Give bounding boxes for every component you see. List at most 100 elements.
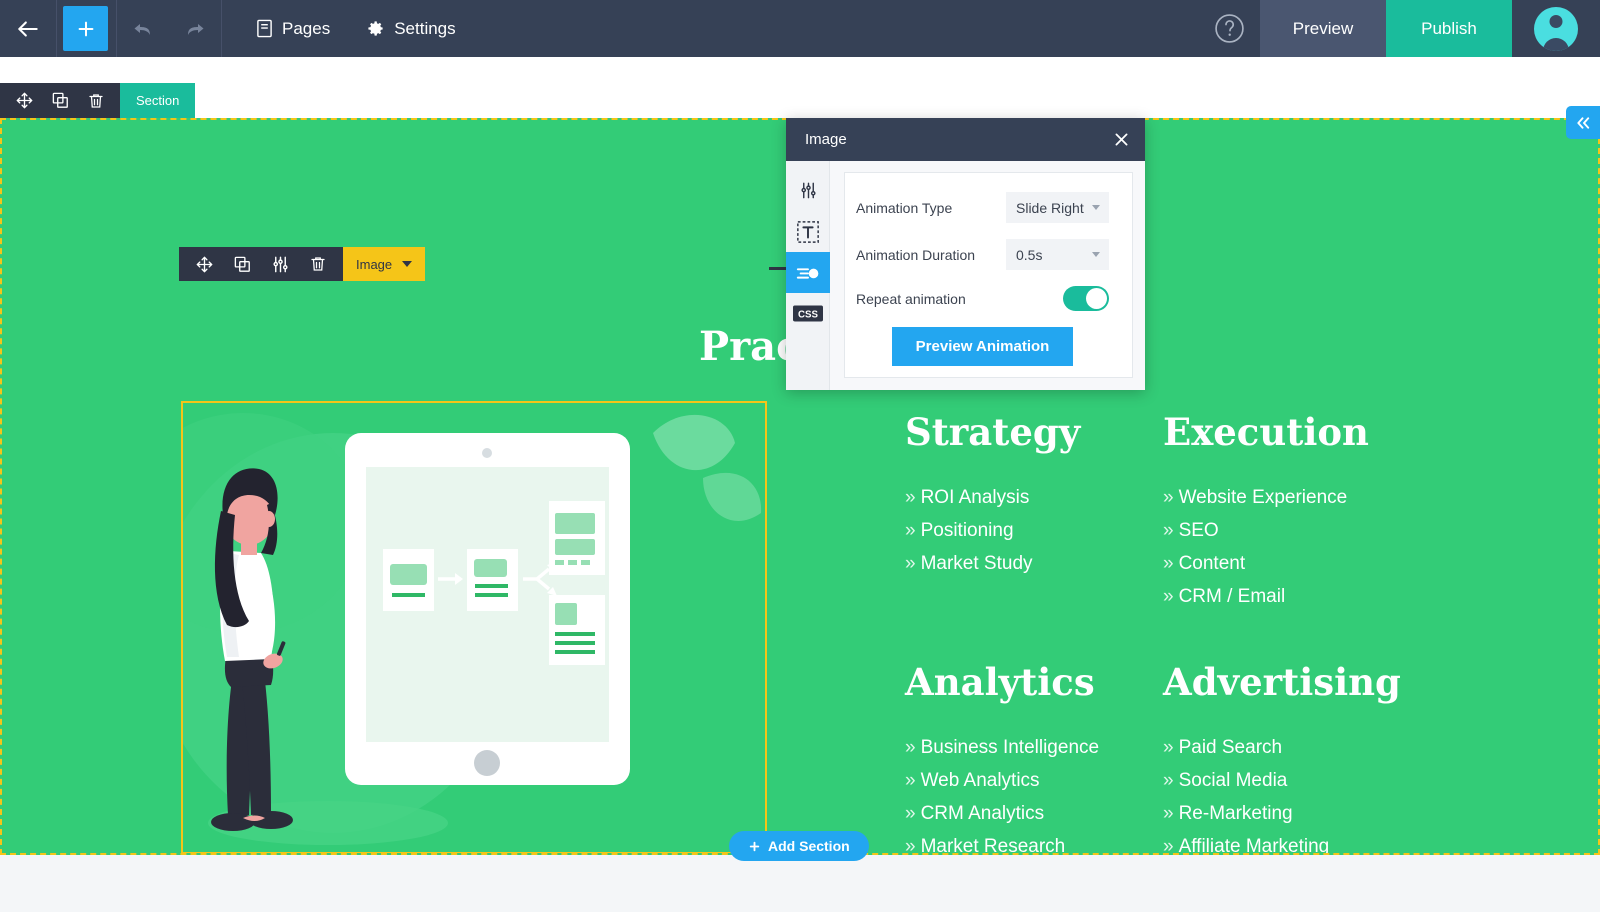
svg-text:CSS: CSS: [798, 309, 818, 320]
section-duplicate-button[interactable]: [42, 83, 78, 118]
menu-group: Pages Settings: [222, 0, 474, 57]
undo-arrow-icon: [131, 17, 155, 41]
animation-duration-select[interactable]: 0.5s: [1006, 239, 1109, 270]
plus-icon: [748, 840, 761, 853]
illustration-image: [183, 403, 765, 852]
user-account-button[interactable]: [1512, 0, 1600, 57]
bullet-icon: »: [1163, 553, 1174, 574]
bullet-icon: »: [905, 836, 916, 855]
image-duplicate-button[interactable]: [223, 247, 261, 281]
image-type-dropdown[interactable]: Image: [343, 247, 426, 281]
add-element-button[interactable]: [63, 6, 108, 51]
bullet-icon: »: [1163, 487, 1174, 508]
panel-tab-animation[interactable]: [786, 252, 830, 293]
pages-label: Pages: [282, 18, 331, 38]
add-element-wrapper: [57, 0, 117, 57]
list-item: » CRM Analytics: [905, 803, 1099, 825]
redo-arrow-icon: [183, 17, 207, 41]
panel-tab-rail: CSS: [786, 161, 830, 390]
column-analytics: Analytics » Business Intelligence » Web An…: [905, 660, 1100, 855]
sliders-settings-icon: [271, 255, 290, 274]
list-item-label: SEO: [1178, 520, 1219, 541]
animation-toggle-icon: [796, 264, 820, 282]
image-settings-panel: Image CSS Animation Type Slide Right Ani…: [786, 118, 1145, 390]
animation-duration-row: Animation Duration 0.5s: [856, 239, 1109, 270]
preview-button[interactable]: Preview: [1260, 0, 1386, 57]
repeat-animation-label: Repeat animation: [856, 290, 966, 307]
bullet-icon: »: [1163, 586, 1174, 607]
column-heading: Advertising: [1163, 660, 1401, 704]
add-section-button[interactable]: Add Section: [729, 831, 869, 861]
section-delete-button[interactable]: [78, 83, 114, 118]
image-toolbar-icons: [179, 247, 343, 281]
add-section-label: Add Section: [768, 838, 850, 854]
column-list: » Paid Search » Social Media » Re-Marketing…: [1163, 737, 1401, 855]
css-code-icon: CSS: [793, 305, 823, 322]
panel-tab-general[interactable]: [786, 170, 830, 211]
list-item: » Paid Search: [1163, 737, 1401, 759]
animation-type-row: Animation Type Slide Right: [856, 192, 1109, 223]
editor-app: Pages Settings Preview Publish Section P…: [0, 0, 1600, 912]
repeat-animation-toggle[interactable]: [1063, 286, 1109, 311]
list-item-label: Social Media: [1178, 770, 1288, 791]
column-advertising: Advertising » Paid Search » Social Media »…: [1163, 660, 1401, 855]
section-type-label[interactable]: Section: [120, 83, 196, 118]
panel-tab-text[interactable]: [786, 211, 830, 252]
bullet-icon: »: [1163, 836, 1174, 855]
list-item-label: Market Study: [920, 553, 1033, 574]
panel-tab-css[interactable]: CSS: [786, 293, 830, 334]
chevron-down-icon: [1092, 205, 1100, 210]
image-move-button[interactable]: [185, 247, 223, 281]
history-controls: [117, 0, 222, 57]
back-button[interactable]: [0, 0, 57, 57]
list-item-label: Business Intelligence: [920, 737, 1100, 758]
panel-body: CSS Animation Type Slide Right Animation…: [786, 161, 1145, 390]
animation-type-select[interactable]: Slide Right: [1006, 192, 1109, 223]
bullet-icon: »: [1163, 770, 1174, 791]
animation-type-label: Animation Type: [856, 199, 953, 216]
list-item-label: Paid Search: [1178, 737, 1283, 758]
toggle-knob: [1086, 288, 1107, 309]
publish-button[interactable]: Publish: [1386, 0, 1512, 57]
settings-menu-button[interactable]: Settings: [348, 0, 473, 57]
redo-button[interactable]: [169, 0, 221, 57]
page-document-icon: [256, 19, 273, 38]
image-delete-button[interactable]: [299, 247, 337, 281]
animation-duration-value: 0.5s: [1016, 246, 1043, 263]
list-item-label: Content: [1178, 553, 1246, 574]
move-arrows-icon: [15, 91, 34, 110]
pages-menu-button[interactable]: Pages: [238, 0, 348, 57]
list-item: » Web Analytics: [905, 770, 1099, 792]
section-move-button[interactable]: [6, 83, 42, 118]
canvas-top-strip: [0, 57, 1600, 118]
help-button[interactable]: [1198, 0, 1260, 57]
repeat-animation-row: Repeat animation: [856, 286, 1109, 311]
list-item: » CRM / Email: [1163, 586, 1369, 608]
list-item: » Re-Marketing: [1163, 803, 1401, 825]
copy-duplicate-icon: [233, 255, 252, 274]
column-strategy: Strategy » ROI Analysis » Positioning » Mar…: [905, 410, 1080, 586]
list-item: » SEO: [1163, 520, 1369, 542]
copy-duplicate-icon: [51, 91, 70, 110]
animation-duration-label: Animation Duration: [856, 246, 976, 263]
undo-button[interactable]: [117, 0, 169, 57]
list-item: » Social Media: [1163, 770, 1401, 792]
close-x-icon[interactable]: [1113, 131, 1130, 148]
list-item-label: CRM Analytics: [920, 803, 1045, 824]
column-list: » ROI Analysis » Positioning » Market Study: [905, 487, 1080, 575]
selected-image-element[interactable]: [181, 401, 776, 853]
preview-animation-button[interactable]: Preview Animation: [891, 327, 1074, 366]
panel-connector-line: [769, 267, 787, 270]
collapse-sidebar-button[interactable]: [1566, 106, 1600, 139]
list-item-label: CRM / Email: [1178, 586, 1286, 607]
settings-label: Settings: [394, 18, 456, 38]
panel-content: Animation Type Slide Right Animation Dur…: [830, 161, 1145, 390]
image-settings-button[interactable]: [261, 247, 299, 281]
chevron-down-icon: [1092, 252, 1100, 257]
user-avatar-icon: [1534, 6, 1578, 51]
column-heading: Strategy: [905, 410, 1081, 454]
list-item: » Content: [1163, 553, 1369, 575]
bullet-icon: »: [1163, 520, 1174, 541]
list-item-label: ROI Analysis: [920, 487, 1030, 508]
